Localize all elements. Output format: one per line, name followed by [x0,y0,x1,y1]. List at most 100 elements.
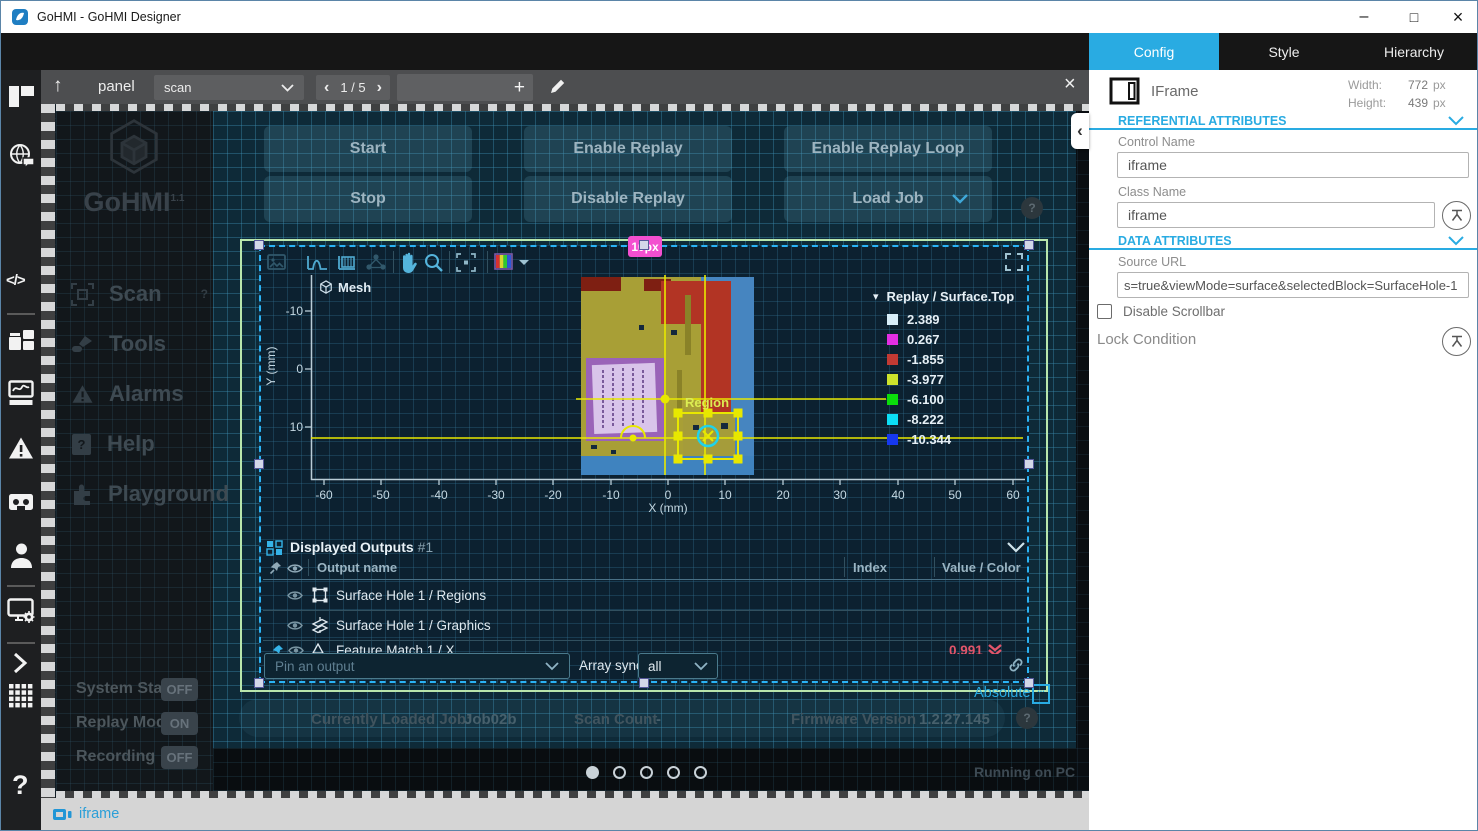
surface-view-icon[interactable] [337,254,356,271]
x-tick: -30 [487,488,504,502]
section-referential-attributes[interactable]: REFERENTIAL ATTRIBUTES [1118,114,1287,128]
pager-next-icon[interactable]: › [377,79,382,97]
resize-handle-nw[interactable] [254,240,264,250]
hmi-nav-tools[interactable]: Tools [71,331,166,357]
alarms-icon[interactable] [8,436,34,465]
eye-icon[interactable] [287,590,303,601]
legend-item[interactable]: -6.100 [887,392,944,407]
outputs-collapse-chevron-icon[interactable] [1007,542,1025,553]
workbench-icon[interactable] [8,326,35,357]
legend-item[interactable]: -1.855 [887,352,944,367]
image-view-icon[interactable] [267,254,286,270]
page-dot[interactable] [613,766,626,779]
control-name-input[interactable] [1117,152,1469,178]
help-book-icon: ? [71,433,92,456]
tools-icon [71,334,94,354]
section-collapse-chevron-icon[interactable] [1448,236,1464,246]
anchor-box-icon[interactable]: ... [1032,684,1050,704]
scan-select[interactable]: scan [154,75,304,100]
recorder-icon[interactable] [8,492,34,517]
link-icon[interactable] [1008,657,1024,673]
legend-header[interactable]: ▾ Replay / Surface.Top [873,289,1029,304]
gohmi-logo-version: 1.1 [171,193,185,204]
hmi-nav-alarms[interactable]: Alarms [71,381,184,407]
section-data-attributes[interactable]: DATA ATTRIBUTES [1118,234,1232,248]
resize-handle-e[interactable] [1024,459,1034,469]
source-url-input[interactable] [1117,272,1469,298]
pointcloud-view-icon[interactable] [365,253,387,272]
palette-icon[interactable] [494,253,513,270]
legend-item[interactable]: -8.222 [887,412,944,427]
languages-icon[interactable] [9,144,35,174]
display-output-icon[interactable] [8,380,34,411]
eye-icon[interactable] [287,620,303,631]
panels-icon[interactable] [8,85,35,113]
class-name-input[interactable] [1117,202,1435,228]
expand-chevron-icon[interactable] [12,652,28,679]
legend-item[interactable]: -3.977 [887,372,944,387]
user-icon[interactable] [10,542,33,573]
hmi-nav-playground[interactable]: Playground [71,481,229,507]
stop-button[interactable]: Stop [264,176,472,222]
profile-view-icon[interactable] [307,254,328,271]
hmi-nav-scan[interactable]: Scan ? [71,281,208,307]
resize-handle-s[interactable] [639,678,649,688]
tab-hierarchy[interactable]: Hierarchy [1349,33,1478,70]
legend-item[interactable]: 2.389 [887,312,940,327]
pan-hand-icon[interactable] [399,252,418,273]
x-tick: 0 [665,488,672,502]
tab-config[interactable]: Config [1089,33,1219,70]
toolbar-separator [487,251,488,273]
header-divider [263,579,1025,580]
maximize-button[interactable]: □ [1391,1,1437,33]
resize-handle-w[interactable] [254,459,264,469]
start-button[interactable]: Start [264,126,472,172]
grid-apps-icon[interactable] [9,684,33,713]
help-icon[interactable]: ? [12,770,29,801]
close-panel-icon[interactable]: × [1064,73,1076,96]
resize-handle-n[interactable] [639,240,649,250]
legend-collapse-icon[interactable]: ▾ [873,290,879,303]
panel-collapse-tab[interactable]: ‹ [1071,113,1089,149]
enable-replay-button[interactable]: Enable Replay [524,126,732,172]
output-row-regions[interactable]: Surface Hole 1 / Regions [259,581,1029,610]
close-window-button[interactable]: × [1437,1,1478,33]
section-collapse-chevron-icon[interactable] [1448,116,1464,126]
add-page-plus-icon[interactable]: + [514,77,525,99]
tab-style[interactable]: Style [1219,33,1349,70]
position-mode-label[interactable]: Absolute [974,685,1030,701]
palette-chevron-icon[interactable] [518,259,530,267]
code-icon[interactable]: </> [6,272,25,289]
disable-replay-button[interactable]: Disable Replay [524,176,732,222]
output-row-graphics[interactable]: Surface Hole 1 / Graphics [259,611,1029,640]
zoom-icon[interactable] [424,253,443,272]
replay-mode-label: Replay Mode [76,714,175,732]
resize-handle-sw[interactable] [254,678,264,688]
page-dot[interactable] [667,766,680,779]
enable-replay-loop-button[interactable]: Enable Replay Loop [784,126,992,172]
add-page-input[interactable]: + [397,74,533,101]
screen-settings-icon[interactable] [7,598,36,630]
edit-pencil-icon[interactable] [549,78,566,100]
up-level-icon[interactable]: ↑ [53,75,63,97]
page-dot[interactable] [694,766,707,779]
fullscreen-icon[interactable] [1005,253,1023,271]
disable-scrollbar-checkbox[interactable] [1097,304,1112,319]
class-name-bind-icon[interactable] [1442,201,1471,230]
selected-widget-label[interactable]: iframe [79,806,119,822]
legend-item[interactable]: 0.267 [887,332,940,347]
pager-prev-icon[interactable]: ‹ [324,79,329,97]
fit-center-icon[interactable] [456,253,476,272]
load-job-button[interactable]: Load Job [784,176,992,222]
page-dot-active[interactable] [586,766,599,779]
page-dot[interactable] [640,766,653,779]
pin-output-select[interactable]: Pin an output [264,653,570,679]
hmi-nav-help[interactable]: ? Help [71,431,155,457]
resize-handle-se[interactable] [1024,678,1034,688]
column-value-color: Value / Color [942,560,1021,575]
resize-handle-ne[interactable] [1024,240,1034,250]
array-sync-select[interactable]: all [638,653,718,679]
minimize-button[interactable]: – [1341,1,1387,33]
legend-item[interactable]: -10.344 [887,432,951,447]
lock-condition-bind-icon[interactable] [1442,327,1471,356]
